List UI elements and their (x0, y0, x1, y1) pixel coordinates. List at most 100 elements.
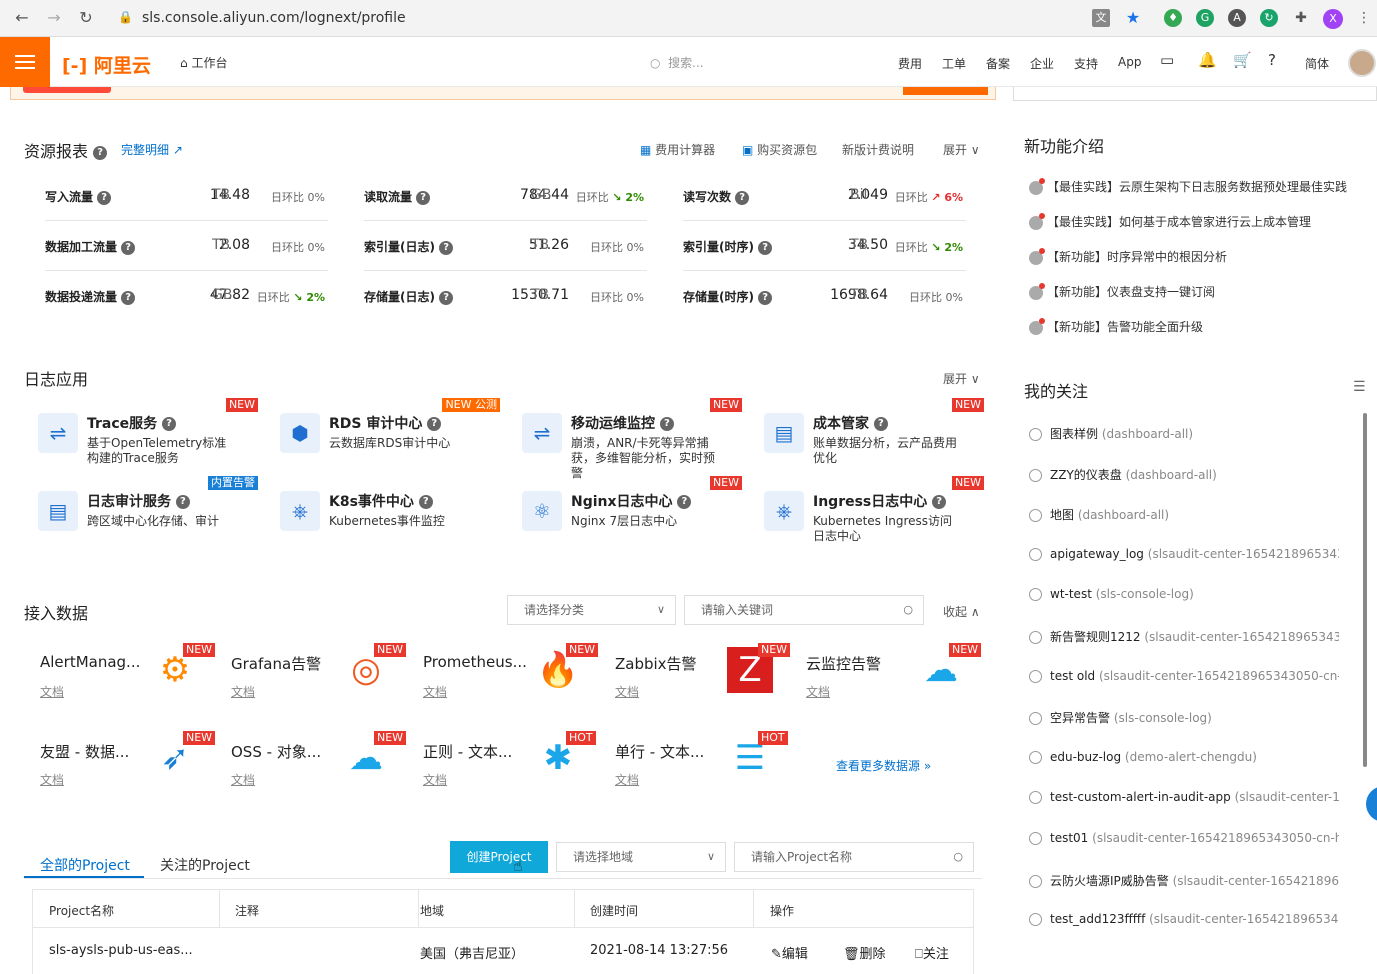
full-detail-link[interactable]: 完整明细 ↗ (121, 141, 183, 158)
extension-icon[interactable]: ♦ (1164, 9, 1182, 27)
project-name-input[interactable]: 请输入Project名称 ○ (734, 842, 974, 872)
doc-link[interactable]: 文档 (423, 683, 447, 700)
more-menu-icon[interactable]: ⋮ (1355, 9, 1373, 27)
app-name[interactable]: 日志审计服务 ? (87, 491, 190, 511)
source-name[interactable]: Prometheus... (423, 653, 527, 671)
source-name[interactable]: Grafana告警 (231, 653, 321, 674)
bookmark-star-icon[interactable]: ★ (1124, 9, 1142, 27)
terminal-icon[interactable]: ▭ (1160, 51, 1174, 69)
tab-followed-projects[interactable]: 关注的Project (160, 855, 250, 875)
favorite-item[interactable]: ZZY的仪表盘 (dashboard-all) (1029, 466, 1339, 483)
favorite-item[interactable]: 云防火墙源IP威胁告警 (slsaudit-center-165421896 (1029, 872, 1339, 889)
tab-all-projects[interactable]: 全部的Project (40, 855, 130, 875)
more-sources-link[interactable]: 查看更多数据源 » (836, 757, 931, 774)
source-name[interactable]: 云监控告警 (806, 653, 881, 674)
favorite-item[interactable]: 空异常告警 (sls-console-log) (1029, 709, 1339, 726)
app-name[interactable]: RDS 审计中心 ? (329, 413, 442, 433)
expand-report-button[interactable]: 展开 ∨ (943, 141, 980, 158)
help-icon[interactable]: ? (873, 417, 888, 431)
profile-avatar[interactable]: X (1323, 9, 1343, 29)
back-icon[interactable]: ← (12, 8, 32, 28)
extension-green-icon[interactable]: G (1196, 9, 1214, 27)
help-icon[interactable]: ? (162, 417, 177, 431)
extension-dark-icon[interactable]: A (1228, 9, 1246, 27)
doc-link[interactable]: 文档 (40, 771, 64, 788)
region-select[interactable]: 请选择地域 ∨ (556, 842, 726, 872)
favorite-item[interactable]: test old (slsaudit-center-16542189653430… (1029, 669, 1339, 683)
source-name[interactable]: OSS - 对象... (231, 741, 321, 762)
help-icon[interactable]: ? (427, 417, 442, 431)
news-item[interactable]: 【新功能】告警功能全面升级 (1029, 317, 1203, 335)
floating-help-button[interactable] (1366, 786, 1377, 822)
app-name[interactable]: Ingress日志中心 ? (813, 491, 947, 511)
nav-app[interactable]: App (1118, 55, 1141, 69)
help-icon[interactable]: ? (1268, 51, 1276, 69)
extension-sync-icon[interactable]: ↻ (1260, 9, 1278, 27)
puzzle-icon[interactable]: ✚ (1292, 9, 1310, 27)
help-icon[interactable]: ? (418, 495, 433, 509)
expand-apps-button[interactable]: 展开 ∨ (943, 370, 980, 387)
favorite-item[interactable]: edu-buz-log (demo-alert-chengdu) (1029, 750, 1339, 764)
menu-button[interactable] (0, 37, 50, 87)
news-item[interactable]: 【最佳实践】如何基于成本管家进行云上成本管理 (1029, 212, 1311, 230)
help-icon[interactable]: ? (93, 145, 108, 160)
source-name[interactable]: AlertManag... (40, 653, 140, 671)
help-icon[interactable]: ? (659, 417, 674, 431)
source-name[interactable]: Zabbix告警 (615, 653, 697, 674)
project-name-link[interactable]: sls-aysls-pub-us-eas... (49, 943, 193, 958)
nav-enterprise[interactable]: 企业 (1030, 55, 1054, 72)
doc-link[interactable]: 文档 (231, 771, 255, 788)
nav-fees[interactable]: 费用 (898, 55, 922, 72)
doc-link[interactable]: 文档 (231, 683, 255, 700)
doc-link[interactable]: 文档 (806, 683, 830, 700)
aliyun-logo[interactable]: [-] 阿里云 (62, 51, 151, 78)
help-icon[interactable]: ? (175, 495, 190, 509)
billing-explain-link[interactable]: 新版计费说明 (842, 141, 914, 158)
news-item[interactable]: 【最佳实践】云原生架构下日志服务数据预处理最佳实践 (1029, 177, 1347, 195)
favorite-item[interactable]: wt-test (sls-console-log) (1029, 587, 1339, 602)
help-icon[interactable]: ? (416, 190, 431, 205)
app-name[interactable]: K8s事件中心 ? (329, 491, 433, 511)
address-bar[interactable]: sls.console.aliyun.com/lognext/profile (142, 10, 406, 26)
user-avatar[interactable] (1348, 49, 1376, 77)
app-name[interactable]: Nginx日志中心 ? (571, 491, 692, 511)
app-name[interactable]: 移动运维监控 ? (571, 413, 674, 433)
buy-package-link[interactable]: ▣ 购买资源包 (742, 141, 817, 158)
collapse-button[interactable]: 收起 ∧ (943, 603, 980, 620)
cart-icon[interactable]: 🛒 (1233, 51, 1252, 69)
doc-link[interactable]: 文档 (615, 683, 639, 700)
source-name[interactable]: 单行 - 文本... (615, 741, 704, 762)
favorite-item[interactable]: test01 (slsaudit-center-1654218965343050… (1029, 831, 1339, 845)
forward-icon[interactable]: → (44, 8, 64, 28)
help-icon[interactable]: ? (932, 495, 947, 509)
news-item[interactable]: 【新功能】时序异常中的根因分析 (1029, 247, 1227, 265)
news-item[interactable]: 【新功能】仪表盘支持一键订阅 (1029, 282, 1215, 300)
app-name[interactable]: 成本管家 ? (813, 413, 888, 433)
delete-button[interactable]: 🗑删除 (843, 943, 886, 962)
keyword-input[interactable]: 请输入关键词 ○ (684, 595, 924, 625)
nav-support[interactable]: 支持 (1074, 55, 1098, 72)
edit-button[interactable]: ✎编辑 (771, 943, 808, 962)
help-icon[interactable]: ? (97, 190, 112, 205)
language-switch[interactable]: 简体 (1305, 55, 1329, 72)
favorite-item[interactable]: 新告警规则1212 (slsaudit-center-1654218965343… (1029, 628, 1339, 645)
follow-button[interactable]: ⎕关注 (915, 943, 949, 962)
source-name[interactable]: 友盟 - 数据... (40, 741, 129, 762)
fee-calculator-link[interactable]: ▦ 费用计算器 (640, 141, 715, 158)
favorite-item[interactable]: 图表样例 (dashboard-all) (1029, 425, 1339, 442)
global-search[interactable]: ○ 搜索... (650, 54, 704, 71)
favorite-item[interactable]: test-custom-alert-in-audit-app (slsaudit… (1029, 790, 1339, 805)
nav-tickets[interactable]: 工单 (942, 55, 966, 72)
bell-icon[interactable]: 🔔 (1198, 51, 1217, 69)
reload-icon[interactable]: ↻ (76, 8, 96, 28)
help-icon[interactable]: ? (735, 190, 750, 205)
translate-icon[interactable]: 文 (1092, 9, 1110, 27)
favorite-item[interactable]: apigateway_log (slsaudit-center-16542189… (1029, 547, 1339, 561)
workbench-link[interactable]: ⌂ 工作台 (180, 54, 227, 71)
doc-link[interactable]: 文档 (40, 683, 64, 700)
category-select[interactable]: 请选择分类 ∨ (507, 595, 676, 625)
sort-icon[interactable]: ☰ (1353, 379, 1366, 395)
doc-link[interactable]: 文档 (423, 771, 447, 788)
scrollbar[interactable] (1363, 413, 1367, 767)
nav-filing[interactable]: 备案 (986, 55, 1010, 72)
